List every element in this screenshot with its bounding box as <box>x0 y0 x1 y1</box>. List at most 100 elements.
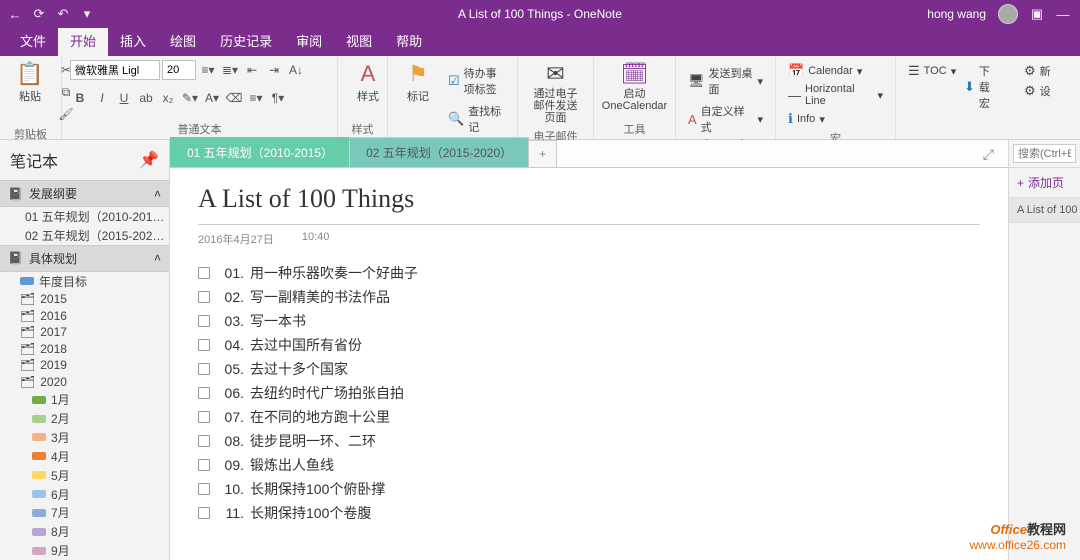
font-name-input[interactable] <box>70 60 160 80</box>
todo-list[interactable]: 01.用一种乐器吹奏一个好曲子02.写一副精美的书法作品03.写一本书04.去过… <box>198 261 980 525</box>
tab-history[interactable]: 历史记录 <box>208 26 284 56</box>
avatar[interactable] <box>998 4 1018 24</box>
tab-review[interactable]: 审阅 <box>284 26 334 56</box>
sidebar-subitem[interactable]: 8月 <box>0 522 169 541</box>
sync-icon[interactable]: ⟳ <box>32 7 46 21</box>
todo-tag-button[interactable]: ☑待办事项标签 <box>444 64 509 98</box>
checkbox-icon[interactable] <box>198 483 210 495</box>
section-tab[interactable]: 02 五年规划（2015-2020） <box>349 137 529 167</box>
subscript-icon[interactable]: x₂ <box>158 88 178 108</box>
macro-calendar-button[interactable]: 📅Calendar▾ <box>784 62 866 80</box>
todo-item[interactable]: 08.徒步昆明一环、二环 <box>198 429 980 453</box>
email-page-button[interactable]: ✉通过电子邮件发送页面 <box>526 60 585 126</box>
todo-item[interactable]: 04.去过中国所有省份 <box>198 333 980 357</box>
sort-icon[interactable]: A↓ <box>286 60 306 80</box>
sidebar-item[interactable]: 🗂2016 <box>0 307 169 324</box>
sidebar-item[interactable]: 🗂2020 <box>0 374 169 391</box>
checkbox-icon[interactable] <box>198 387 210 399</box>
todo-item[interactable]: 03.写一本书 <box>198 309 980 333</box>
italic-icon[interactable]: I <box>92 88 112 108</box>
tab-help[interactable]: 帮助 <box>384 26 434 56</box>
macro-hr-button[interactable]: —Horizontal Line▾ <box>784 82 887 108</box>
tab-home[interactable]: 开始 <box>58 26 108 56</box>
send-desktop-button[interactable]: 🖥发送到桌面▾ <box>684 64 767 98</box>
undo-icon[interactable]: ↶ <box>56 7 70 21</box>
sidebar-item[interactable]: 🗂2017 <box>0 324 169 341</box>
sidebar-item[interactable]: 🗂2018 <box>0 340 169 357</box>
checkbox-icon[interactable] <box>198 339 210 351</box>
checkbox-icon[interactable] <box>198 507 210 519</box>
todo-item[interactable]: 10.长期保持100个俯卧撑 <box>198 477 980 501</box>
outdent-icon[interactable]: ⇤ <box>242 60 262 80</box>
tag-button[interactable]: ⚑标记 <box>396 60 440 106</box>
minimize-icon[interactable]: — <box>1056 7 1070 21</box>
expand-icon[interactable]: ⤢ <box>983 146 994 163</box>
sidebar-item[interactable]: 年度目标 <box>0 272 169 291</box>
sidebar-item[interactable]: 01 五年规划（2010-201… <box>0 207 169 226</box>
checkbox-icon[interactable] <box>198 267 210 279</box>
tab-view[interactable]: 视图 <box>334 26 384 56</box>
sidebar-item[interactable]: 🗂2019 <box>0 357 169 374</box>
todo-item[interactable]: 05.去过十多个国家 <box>198 357 980 381</box>
page-list-item[interactable]: A List of 100 <box>1009 198 1080 223</box>
section-tab-active[interactable]: 01 五年规划（2010-2015） <box>170 137 350 167</box>
download-macro-button[interactable]: ⬇下载宏 <box>960 62 1004 112</box>
sidebar-subitem[interactable]: 3月 <box>0 428 169 447</box>
user-name[interactable]: hong wang <box>927 7 986 21</box>
numbering-icon[interactable]: ≣▾ <box>220 60 240 80</box>
paragraph-icon[interactable]: ¶▾ <box>268 88 288 108</box>
todo-item[interactable]: 11.长期保持100个卷腹 <box>198 501 980 525</box>
clear-format-icon[interactable]: ⌫ <box>224 88 244 108</box>
sidebar-item[interactable]: 🗂2015 <box>0 291 169 308</box>
qat-dropdown-icon[interactable]: ▾ <box>80 7 94 21</box>
macro-settings-button[interactable]: ⚙设 <box>1020 82 1055 100</box>
todo-item[interactable]: 01.用一种乐器吹奏一个好曲子 <box>198 261 980 285</box>
add-page-button[interactable]: +添加页 <box>1009 168 1080 198</box>
align-icon[interactable]: ≡▾ <box>246 88 266 108</box>
todo-item[interactable]: 06.去纽约时代广场拍张自拍 <box>198 381 980 405</box>
pin-icon[interactable]: 📌 <box>139 150 159 170</box>
sidebar-subitem[interactable]: 5月 <box>0 466 169 485</box>
onecalendar-button[interactable]: 🗓启动OneCalendar <box>602 60 667 114</box>
checkbox-icon[interactable] <box>198 411 210 423</box>
todo-item[interactable]: 09.锻炼出人鱼线 <box>198 453 980 477</box>
sidebar-section-2[interactable]: 📓具体规划˄ <box>0 245 169 272</box>
tab-file[interactable]: 文件 <box>8 26 58 56</box>
sidebar-subitem[interactable]: 4月 <box>0 447 169 466</box>
macro-info-button[interactable]: ℹInfo▾ <box>784 110 829 128</box>
ribbon-display-icon[interactable]: ▣ <box>1030 7 1044 21</box>
sidebar-subitem[interactable]: 7月 <box>0 503 169 522</box>
checkbox-icon[interactable] <box>198 291 210 303</box>
strike-icon[interactable]: ab <box>136 88 156 108</box>
sidebar-subitem[interactable]: 2月 <box>0 409 169 428</box>
checkbox-icon[interactable] <box>198 315 210 327</box>
font-size-input[interactable] <box>162 60 196 80</box>
sidebar-section-1[interactable]: 📓发展纲要˄ <box>0 180 169 207</box>
find-tags-button[interactable]: 🔍查找标记 <box>444 102 509 136</box>
underline-icon[interactable]: U <box>114 88 134 108</box>
checkbox-icon[interactable] <box>198 363 210 375</box>
font-color-icon[interactable]: A▾ <box>202 88 222 108</box>
search-input[interactable] <box>1013 144 1076 163</box>
section-tab-add[interactable]: + <box>528 140 557 167</box>
paste-button[interactable]: 📋 粘贴 <box>8 60 52 106</box>
nav-back-icon[interactable]: ← <box>8 7 22 21</box>
todo-item[interactable]: 02.写一副精美的书法作品 <box>198 285 980 309</box>
sidebar-subitem[interactable]: 9月 <box>0 541 169 560</box>
todo-item[interactable]: 07.在不同的地方跑十公里 <box>198 405 980 429</box>
page-title[interactable]: A List of 100 Things <box>198 184 980 225</box>
macro-new-button[interactable]: ⚙新 <box>1020 62 1055 80</box>
tab-draw[interactable]: 绘图 <box>158 26 208 56</box>
sidebar-item[interactable]: 02 五年规划（2015-202… <box>0 226 169 245</box>
bold-icon[interactable]: B <box>70 88 90 108</box>
indent-icon[interactable]: ⇥ <box>264 60 284 80</box>
highlight-icon[interactable]: ✎▾ <box>180 88 200 108</box>
sidebar-subitem[interactable]: 6月 <box>0 485 169 504</box>
styles-button[interactable]: A样式 <box>346 60 390 106</box>
custom-styles-button[interactable]: A自定义样式▾ <box>684 102 767 136</box>
tab-insert[interactable]: 插入 <box>108 26 158 56</box>
checkbox-icon[interactable] <box>198 435 210 447</box>
bullets-icon[interactable]: ≡▾ <box>198 60 218 80</box>
sidebar-subitem[interactable]: 1月 <box>0 390 169 409</box>
checkbox-icon[interactable] <box>198 459 210 471</box>
